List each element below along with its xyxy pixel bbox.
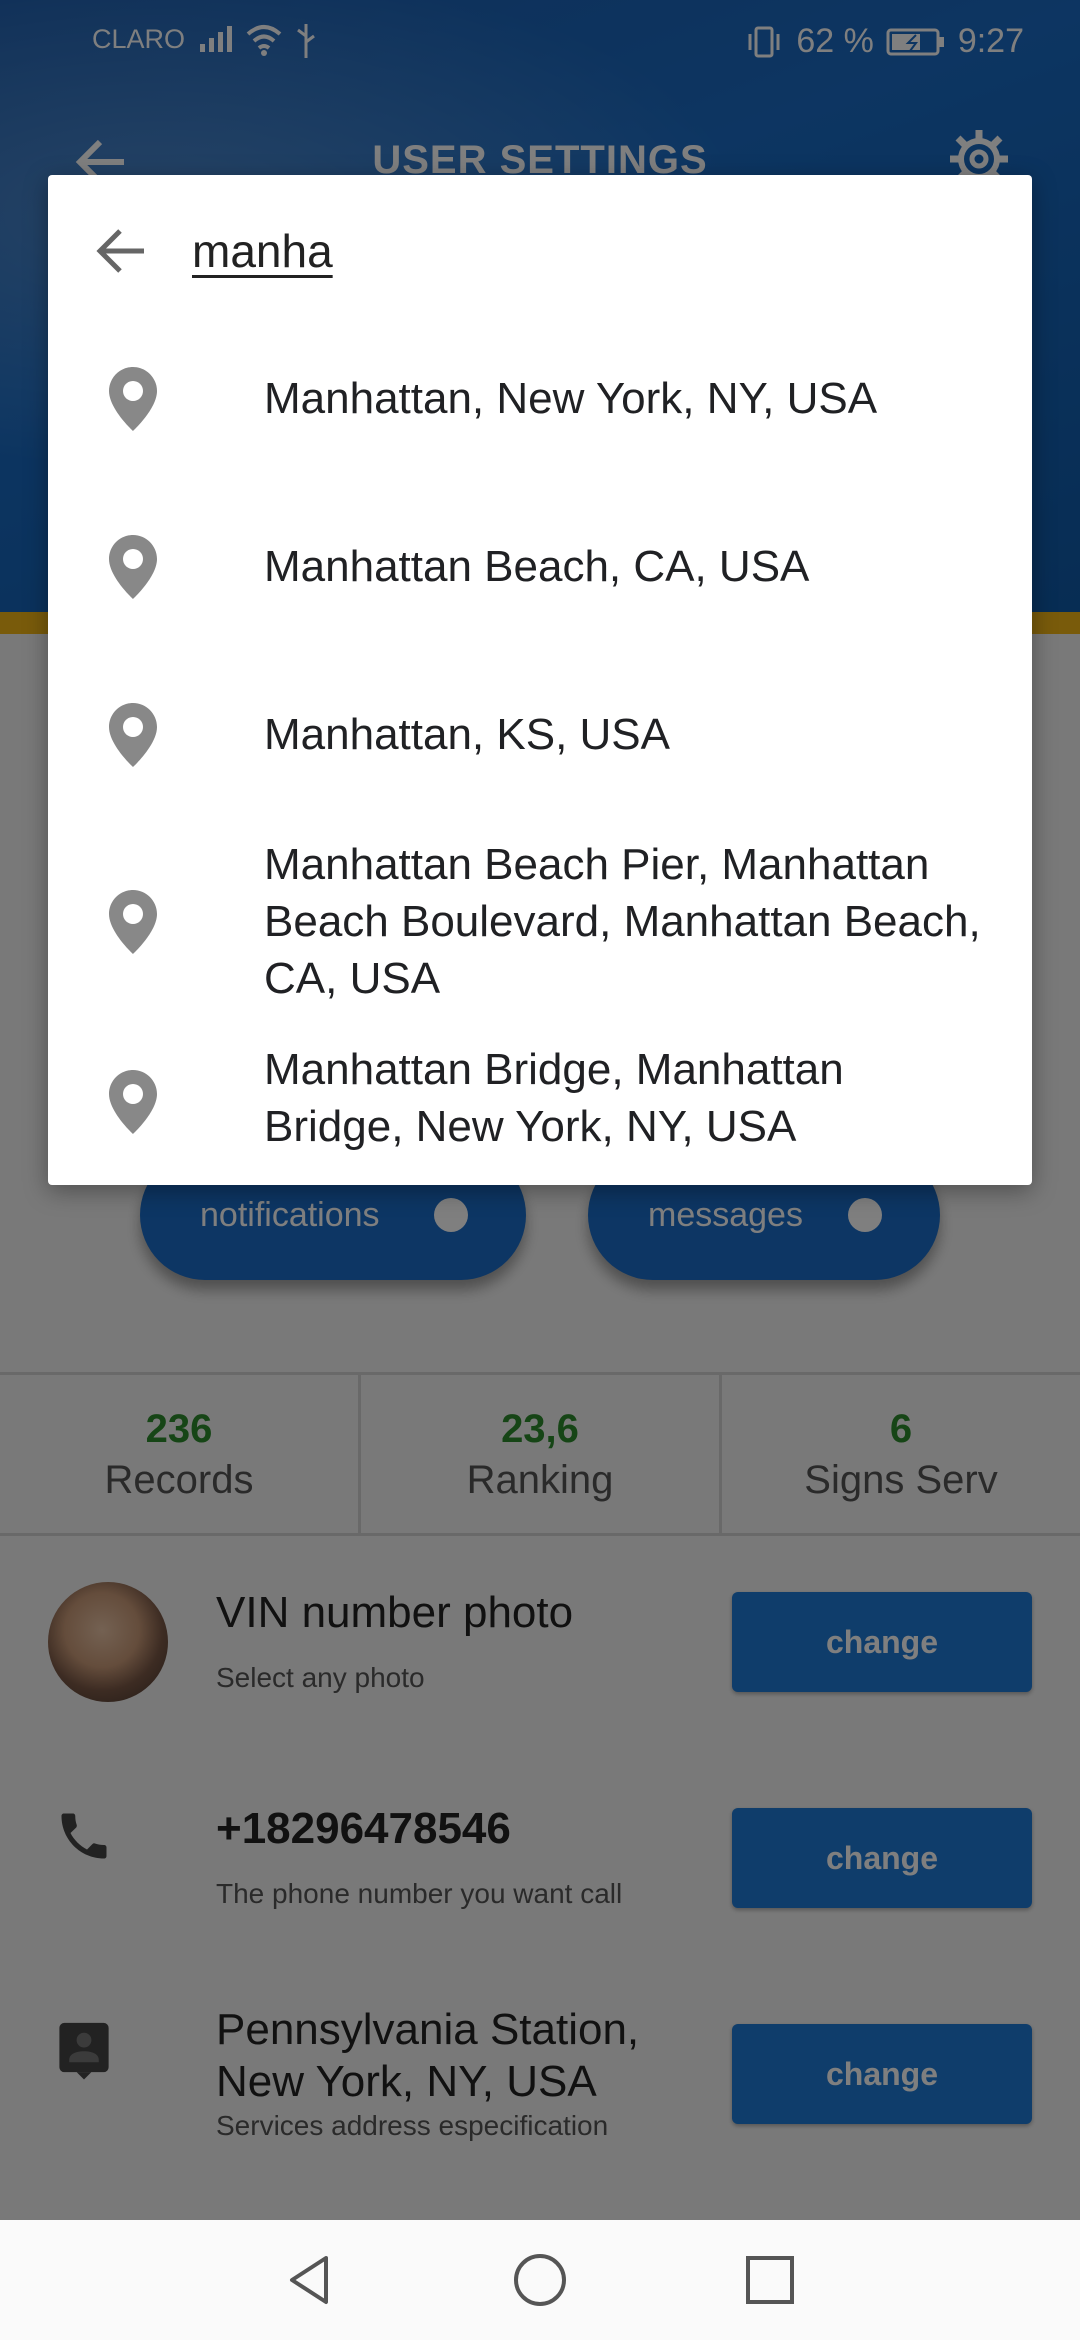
- search-result-text: Manhattan, KS, USA: [264, 710, 670, 759]
- location-pin-icon: [109, 535, 157, 599]
- location-pin-icon: [109, 1070, 157, 1134]
- system-navigation-bar: [0, 2220, 1080, 2340]
- place-search-input[interactable]: [192, 215, 972, 287]
- nav-recents-icon[interactable]: [742, 2252, 798, 2308]
- search-result-text: Manhattan, New York, NY, USA: [264, 374, 878, 423]
- location-pin-icon: [109, 890, 157, 954]
- search-result-item[interactable]: Manhattan, New York, NY, USA: [48, 325, 1032, 473]
- location-pin-icon: [109, 367, 157, 431]
- place-search-dialog: Manhattan, New York, NY, USA Manhattan B…: [48, 175, 1032, 1185]
- search-result-text: Manhattan Beach, CA, USA: [264, 542, 810, 591]
- search-result-item[interactable]: Manhattan, KS, USA: [48, 661, 1032, 809]
- search-result-item[interactable]: Manhattan Beach Pier, Manhattan Beach Bo…: [48, 829, 1032, 1015]
- search-result-item[interactable]: Manhattan Bridge, Manhattan Bridge, New …: [48, 1027, 1032, 1185]
- location-pin-icon: [109, 703, 157, 767]
- nav-back-icon[interactable]: [282, 2252, 338, 2308]
- search-result-text: Manhattan Beach Pier, Manhattan Beach Bo…: [264, 840, 981, 1003]
- search-result-text: Manhattan Bridge, Manhattan Bridge, New …: [264, 1045, 844, 1151]
- search-result-item[interactable]: Manhattan Beach, CA, USA: [48, 493, 1032, 641]
- search-back-arrow-icon[interactable]: [90, 219, 154, 283]
- nav-home-icon[interactable]: [512, 2252, 568, 2308]
